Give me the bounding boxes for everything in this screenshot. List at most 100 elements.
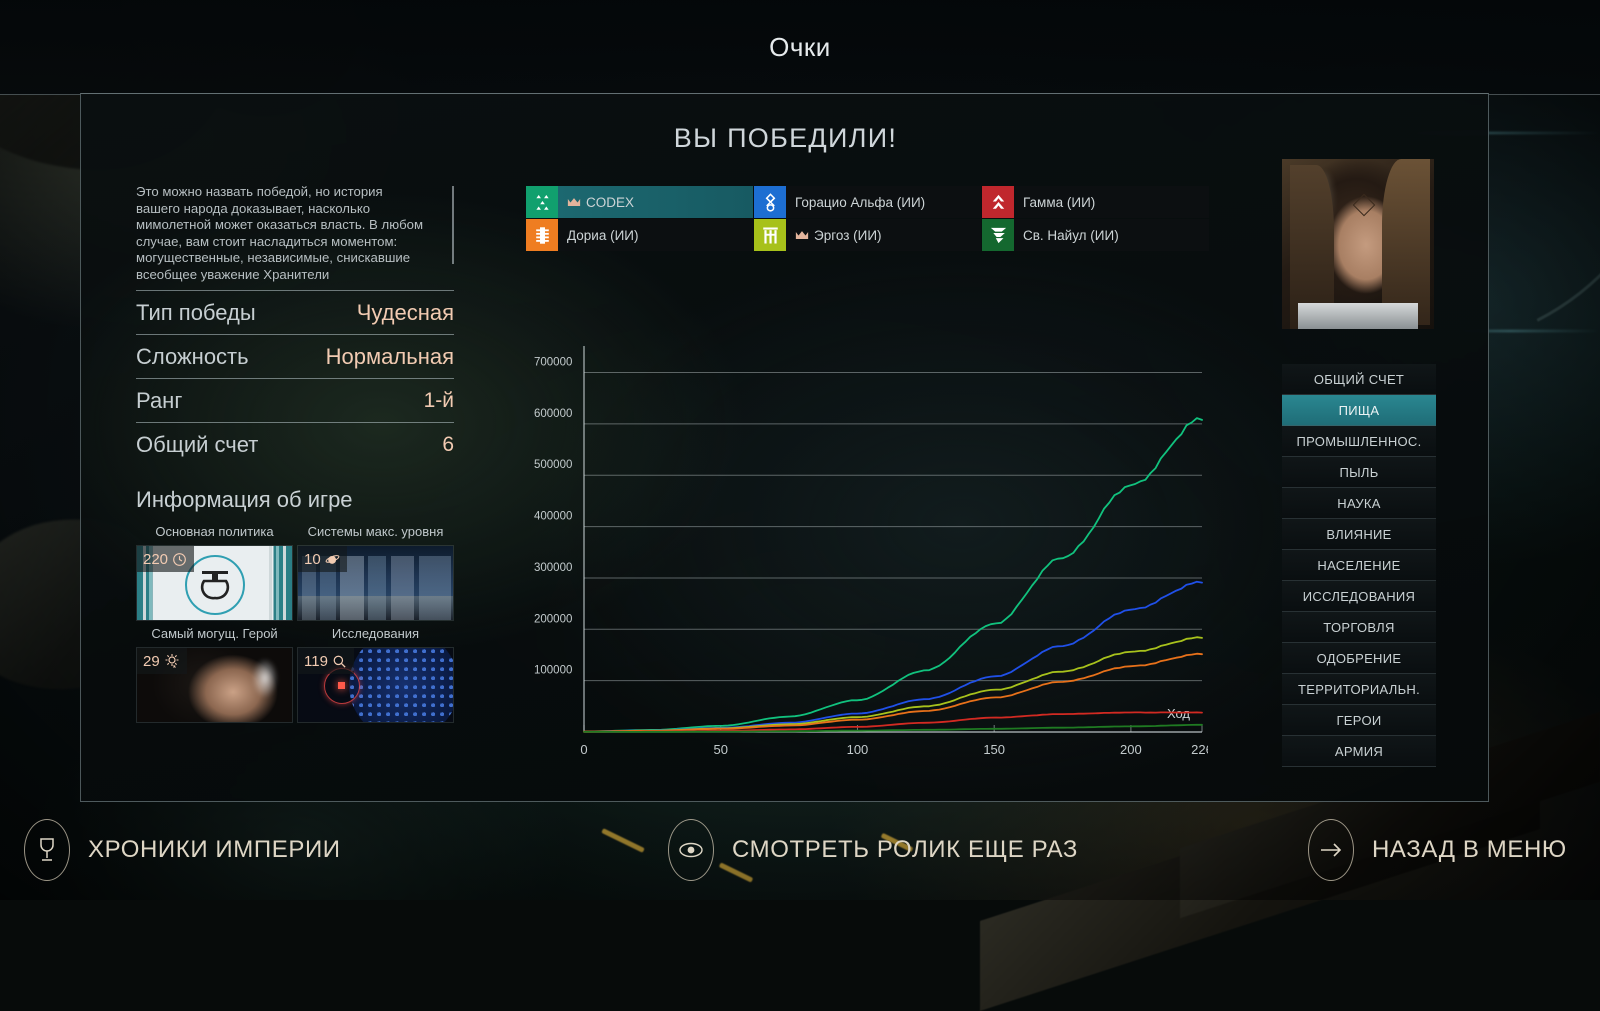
card-badge-value: 119 [304,653,328,670]
stat-label: Сложность [136,344,249,370]
stat-label: Тип победы [136,300,256,326]
game-info-card[interactable]: 220 [136,545,293,621]
summary-stats-list: Тип победы Чудесная Сложность Нормальная Ран… [136,290,454,466]
faction-leader-portrait [1282,159,1434,329]
stat-value: Нормальная [326,344,454,370]
replay-label: СМОТРЕТЬ РОЛИК ЕЩЕ РАЗ [732,836,1078,864]
metric-menu-item[interactable]: ВЛИЯНИЕ [1282,519,1436,550]
game-info-cards: Основная политикаСистемы макс. уровня 220… [136,519,454,723]
arrow-right-icon [1308,819,1354,881]
faction-chip[interactable]: CODEX [526,186,753,218]
y-axis-tick: 500000 [534,459,572,471]
card-badge: 10 [298,546,347,572]
card-badge: 29 [137,648,187,674]
stat-label: Общий счет [136,432,258,458]
x-axis-tick: 226 [1191,742,1208,757]
score-chart[interactable]: 1000002000003000004000005000006000007000… [526,324,1208,774]
crown-icon [795,230,809,241]
magnifier-icon [332,654,347,669]
game-info-title: Информация об игре [136,487,454,513]
hair-right [1382,159,1430,325]
faction-list: CODEX Горацио Альфа (ИИ) Гамма (ИИ) Дориа (… [526,186,1208,251]
card-badge-value: 220 [143,551,168,568]
tower-icon [526,219,558,251]
metric-menu-item[interactable]: ТОРГОВЛЯ [1282,612,1436,643]
faction-chip[interactable]: Св. Найул (ИИ) [982,219,1209,251]
metric-menu-item[interactable]: ОБЩИЙ СЧЕТ [1282,364,1436,395]
x-axis-label: Ход [1167,706,1190,721]
x-axis-tick: 150 [983,742,1005,757]
trophy-icon [24,819,70,881]
leaf-icon [982,219,1014,251]
y-axis-tick: 400000 [534,511,572,523]
hero-star-icon [164,653,180,669]
clover-icon [526,186,558,218]
chronicles-button[interactable]: ХРОНИКИ ИМПЕРИИ [24,818,341,882]
flavor-scrollbar[interactable] [452,186,454,264]
left-column: Это можно назвать победой, но история ва… [136,184,454,723]
card-badge: 220 [137,546,194,572]
chronicles-label: ХРОНИКИ ИМПЕРИИ [88,836,341,864]
faction-chip[interactable]: Эргоз (ИИ) [754,219,981,251]
x-axis-tick: 100 [847,742,869,757]
top-bar: Очки [0,0,1600,95]
card-label: Основная политика [136,519,293,545]
chart-line-series [584,418,1202,731]
metric-menu-item[interactable]: ТЕРРИТОРИАЛЬН. [1282,674,1436,705]
back-to-menu-button[interactable]: НАЗАД В МЕНЮ [1308,818,1567,882]
y-axis-tick: 200000 [534,613,572,625]
metric-menu-item[interactable]: ГЕРОИ [1282,705,1436,736]
y-axis-tick: 300000 [534,562,572,574]
faction-name: Эргоз (ИИ) [814,228,882,243]
metric-menu-item[interactable]: ОДОБРЕНИЕ [1282,643,1436,674]
flavor-text-container[interactable]: Это можно назвать победой, но история ва… [136,184,454,282]
bottom-nav-bar: ХРОНИКИ ИМПЕРИИ СМОТРЕТЬ РОЛИК ЕЩЕ РАЗ Н… [0,802,1600,900]
x-axis-tick: 0 [580,742,587,757]
stat-value: Чудесная [357,300,454,326]
card-badge-value: 10 [304,551,321,568]
stat-row: Тип победы Чудесная [136,290,454,334]
faction-chip[interactable]: Горацио Альфа (ИИ) [754,186,981,218]
forehead-rune-icon [1353,194,1376,217]
card-label: Самый могущ. Герой [136,621,293,647]
x-axis-tick: 200 [1120,742,1142,757]
metric-menu-item[interactable]: ПЫЛЬ [1282,457,1436,488]
faction-chip[interactable]: Гамма (ИИ) [982,186,1209,218]
replay-cinematic-button[interactable]: СМОТРЕТЬ РОЛИК ЕЩЕ РАЗ [668,818,1078,882]
metric-menu-item[interactable]: ПИЩА [1282,395,1436,426]
faction-name: CODEX [586,195,634,210]
stat-value: 6 [442,433,454,457]
faction-name: Дориа (ИИ) [558,228,639,243]
metric-menu-item[interactable]: АРМИЯ [1282,736,1436,767]
faction-name: Гамма (ИИ) [1014,195,1095,210]
game-info-card[interactable]: 119 [297,647,454,723]
page-title: Очки [0,32,1600,63]
clock-icon [172,552,187,567]
y-axis-tick: 100000 [534,665,572,677]
chart-line-series [584,654,1202,732]
game-info-card[interactable]: 29 [136,647,293,723]
faction-chip[interactable]: Дориа (ИИ) [526,219,753,251]
y-axis-tick: 700000 [534,357,572,369]
planet-icon [325,552,340,567]
leader-face [1282,159,1434,329]
game-info-card[interactable]: 10 [297,545,454,621]
card-badge: 119 [298,648,354,674]
stat-row: Ранг1-й [136,378,454,422]
victory-heading: ВЫ ПОБЕДИЛИ! [81,123,1490,154]
metric-menu-item[interactable]: ИССЛЕДОВАНИЯ [1282,581,1436,612]
faction-name: Св. Найул (ИИ) [1014,228,1119,243]
card-badge-value: 29 [143,653,160,670]
card-label: Системы макс. уровня [297,519,454,545]
stat-row: Общий счет 6 [136,422,454,466]
card-label: Исследования [297,621,454,647]
x-axis-tick: 50 [713,742,727,757]
eye-icon [668,819,714,881]
stat-row: Сложность Нормальная [136,334,454,378]
chevrons-icon [982,186,1014,218]
stat-value: 1-й [424,389,454,413]
metric-menu-item[interactable]: ПРОМЫШЛЕННОС. [1282,426,1436,457]
metric-menu-item[interactable]: НАСЕЛЕНИЕ [1282,550,1436,581]
collar [1298,303,1418,329]
metric-menu-item[interactable]: НАУКА [1282,488,1436,519]
